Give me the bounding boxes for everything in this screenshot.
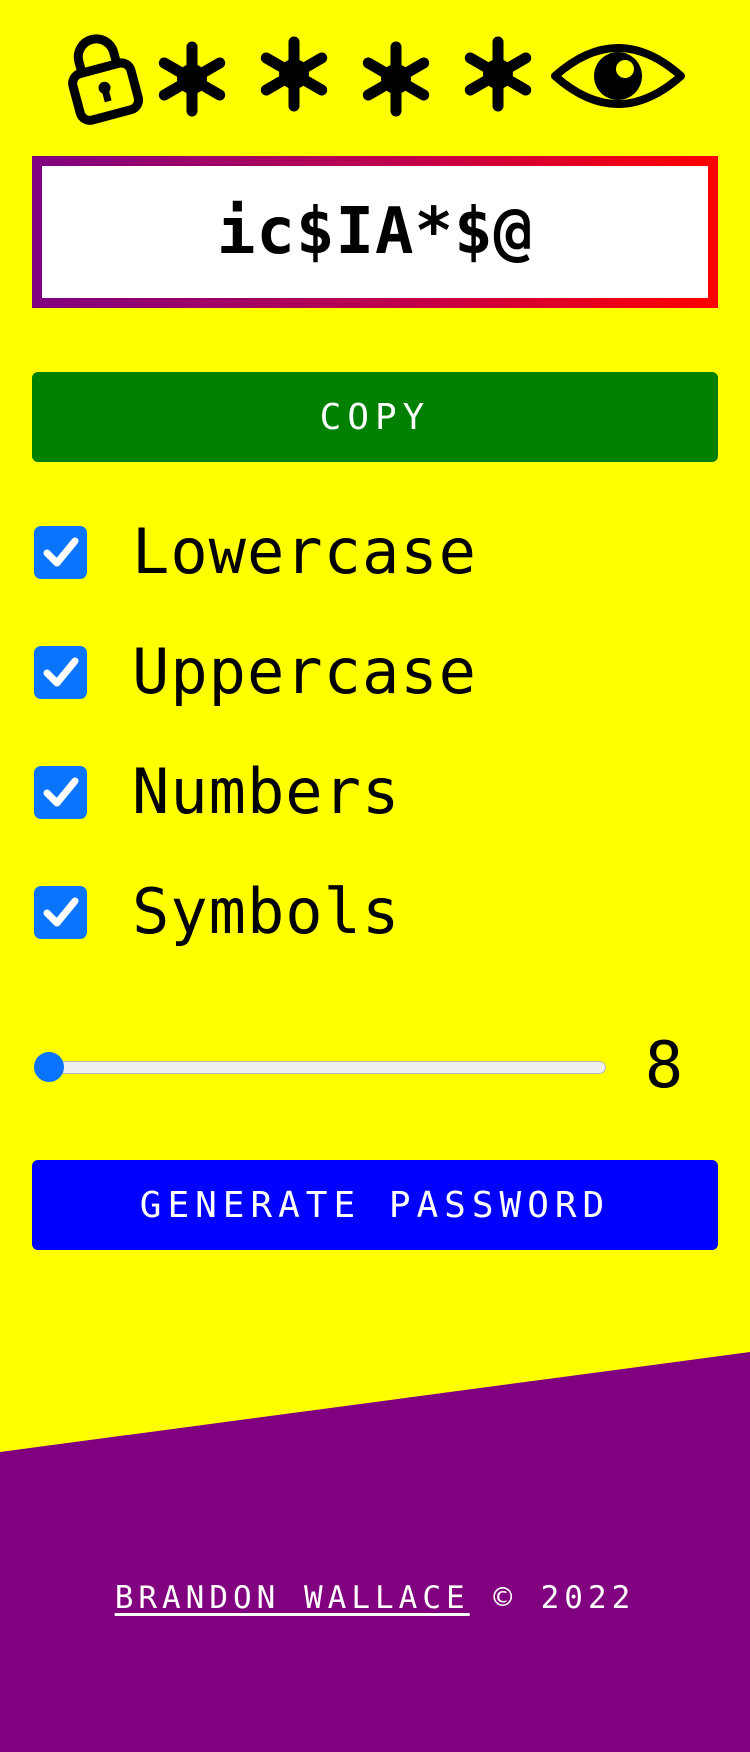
asterisk-icon bbox=[362, 41, 430, 117]
lock-icon bbox=[68, 34, 144, 125]
option-symbols[interactable]: Symbols bbox=[34, 875, 401, 948]
generate-password-button[interactable]: GENERATE PASSWORD bbox=[32, 1160, 718, 1250]
checkbox-symbols[interactable] bbox=[34, 885, 87, 939]
eye-icon[interactable] bbox=[550, 38, 686, 114]
logo bbox=[55, 28, 695, 128]
author-link[interactable]: BRANDON WALLACE bbox=[115, 1580, 470, 1616]
checkmark-icon bbox=[43, 537, 78, 567]
option-lowercase[interactable]: Lowercase bbox=[34, 515, 477, 588]
checkmark-icon bbox=[43, 777, 78, 807]
asterisk-icon bbox=[260, 36, 328, 112]
asterisk-icon bbox=[158, 41, 226, 117]
slider-thumb[interactable] bbox=[34, 1052, 64, 1082]
length-value: 8 bbox=[644, 1029, 684, 1103]
option-label-lowercase: Lowercase bbox=[132, 515, 477, 588]
checkbox-uppercase[interactable] bbox=[34, 645, 87, 699]
password-display: ic$IA*$@ bbox=[32, 156, 718, 308]
footer: BRANDON WALLACE © 2022 bbox=[0, 1580, 750, 1616]
checkmark-icon bbox=[43, 897, 78, 927]
checkmark-icon bbox=[43, 657, 78, 687]
checkbox-numbers[interactable] bbox=[34, 765, 87, 819]
slider-track[interactable] bbox=[34, 1061, 606, 1074]
copy-button[interactable]: COPY bbox=[32, 372, 718, 462]
option-uppercase[interactable]: Uppercase bbox=[34, 635, 477, 708]
option-label-numbers: Numbers bbox=[132, 755, 401, 828]
length-slider[interactable] bbox=[34, 1052, 606, 1082]
option-label-uppercase: Uppercase bbox=[132, 635, 477, 708]
password-output: ic$IA*$@ bbox=[42, 166, 708, 298]
asterisk-icon bbox=[464, 36, 532, 112]
copyright-text: © 2022 bbox=[469, 1580, 636, 1616]
checkbox-lowercase[interactable] bbox=[34, 525, 87, 579]
option-numbers[interactable]: Numbers bbox=[34, 755, 401, 828]
option-label-symbols: Symbols bbox=[132, 875, 401, 948]
